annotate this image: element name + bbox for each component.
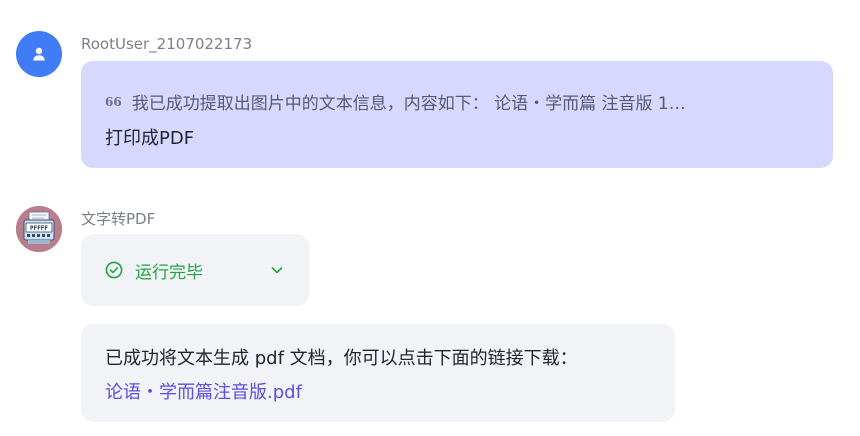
run-status-toggle[interactable]: 运行完毕 (81, 234, 309, 306)
check-circle-icon (105, 261, 123, 279)
pdf-typewriter-icon: PFFFF (16, 206, 62, 252)
quote-text: 我已成功提取出图片中的文本信息，内容如下： 论语・学而篇 注音版 1… (131, 94, 686, 114)
quoted-reference[interactable]: 66 我已成功提取出图片中的文本信息，内容如下： 论语・学而篇 注音版 1… (105, 89, 809, 114)
pdf-download-link[interactable]: 论语・学而篇注音版.pdf (105, 378, 302, 404)
run-status-label: 运行完毕 (135, 262, 203, 283)
user-message-text: 打印成PDF (105, 128, 195, 149)
chevron-down-icon[interactable] (269, 262, 285, 278)
user-avatar[interactable] (16, 31, 62, 77)
quote-icon: 66 (105, 94, 122, 109)
user-icon (33, 47, 45, 61)
bot-message-text: 已成功将文本生成 pdf 文档，你可以点击下面的链接下载： (105, 348, 578, 369)
svg-text:PFFFF: PFFFF (30, 225, 48, 232)
bot-message-bubble: 已成功将文本生成 pdf 文档，你可以点击下面的链接下载： 论语・学而篇注音版.… (81, 324, 675, 422)
user-message-bubble: 66 我已成功提取出图片中的文本信息，内容如下： 论语・学而篇 注音版 1… 打… (81, 61, 833, 168)
bot-name: 文字转PDF (81, 210, 156, 228)
chat-thread: RootUser_2107022173 66 我已成功提取出图片中的文本信息，内… (0, 0, 860, 436)
bot-avatar[interactable]: PFFFF (16, 206, 62, 252)
user-name: RootUser_2107022173 (81, 35, 253, 53)
